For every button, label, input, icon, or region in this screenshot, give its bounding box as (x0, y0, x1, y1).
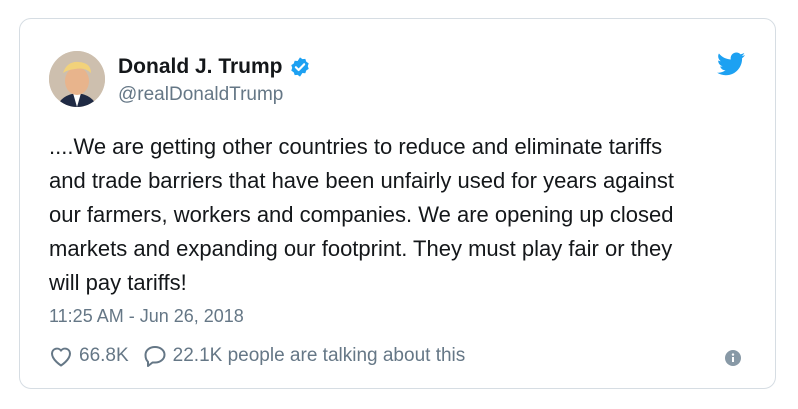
author-handle[interactable]: @realDonaldTrump (118, 84, 283, 106)
reply-icon[interactable] (143, 345, 167, 367)
author-name[interactable]: Donald J. Trump (118, 55, 283, 79)
tweet-card: Donald J. Trump @realDonaldTrump ....We … (19, 18, 776, 389)
heart-icon[interactable] (49, 345, 73, 367)
twitter-bird-icon[interactable] (717, 52, 745, 76)
tweet-actions: 66.8K 22.1K people are talking about thi… (49, 345, 479, 367)
reply-action[interactable]: 22.1K people are talking about this (143, 345, 466, 367)
like-action[interactable]: 66.8K (49, 345, 129, 367)
like-count: 66.8K (79, 345, 129, 366)
tweet-text: ....We are getting other countries to re… (49, 134, 674, 295)
talking-count: 22.1K people are talking about this (172, 345, 466, 366)
avatar[interactable] (49, 51, 105, 107)
verified-badge-icon (289, 56, 311, 78)
tweet-timestamp[interactable]: 11:25 AM - Jun 26, 2018 (49, 306, 244, 327)
author-row: Donald J. Trump (118, 55, 311, 79)
info-icon[interactable] (725, 350, 741, 366)
